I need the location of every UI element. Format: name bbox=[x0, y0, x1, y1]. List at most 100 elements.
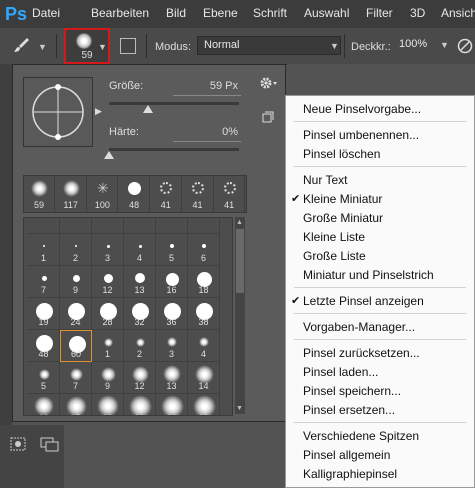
scroll-up-icon[interactable]: ▲ bbox=[236, 219, 243, 226]
brush-preset-item[interactable]: 9 bbox=[92, 362, 124, 394]
flyout-menu-item[interactable]: ✔ Letzte Pinsel anzeigen bbox=[286, 292, 474, 310]
flyout-menu-item[interactable]: Kleine Liste bbox=[286, 228, 474, 246]
brush-preset-item[interactable]: 24 bbox=[60, 298, 92, 330]
brush-preset-item[interactable] bbox=[188, 218, 220, 234]
brush-preset-item[interactable]: 21 bbox=[124, 394, 156, 415]
brush-preset-item[interactable]: 13 bbox=[156, 362, 188, 394]
brush-preset-item[interactable]: 12 bbox=[92, 266, 124, 298]
brush-preset-item[interactable]: 2 bbox=[60, 234, 92, 266]
recent-brush-item[interactable]: ✳ 100 bbox=[87, 176, 119, 212]
grid-scrollbar[interactable]: ▲ ▼ bbox=[235, 217, 245, 414]
brush-preset-item[interactable]: 36 bbox=[156, 298, 188, 330]
brush-preset-item[interactable]: 19 bbox=[28, 298, 60, 330]
recent-brush-item[interactable]: 41 bbox=[183, 176, 214, 212]
flyout-menu-item[interactable]: Pinsel löschen bbox=[286, 145, 474, 163]
brush-preset-item[interactable]: 9 bbox=[60, 266, 92, 298]
brush-preset-item[interactable]: 12 bbox=[124, 362, 156, 394]
scrollbar-thumb[interactable] bbox=[236, 229, 244, 293]
flyout-menu-item[interactable]: Große Liste bbox=[286, 247, 474, 265]
menu-item[interactable]: Ansicht bbox=[441, 6, 475, 20]
pressure-opacity-icon[interactable] bbox=[457, 38, 473, 54]
size-slider-thumb[interactable] bbox=[143, 105, 153, 113]
recent-brush-item[interactable]: 41 bbox=[214, 176, 246, 212]
brush-preset-item[interactable]: 16 bbox=[28, 394, 60, 415]
hardness-value[interactable]: 0% bbox=[183, 126, 238, 138]
brush-preset-item[interactable]: 60 bbox=[60, 330, 92, 362]
flyout-menu-item[interactable]: Verschiedene Spitzen bbox=[286, 427, 474, 445]
flyout-menu-item[interactable]: Pinsel allgemein bbox=[286, 446, 474, 464]
menu-item[interactable]: Ebene bbox=[203, 6, 238, 20]
menu-item[interactable]: Filter bbox=[366, 6, 393, 20]
flyout-menu-item[interactable]: Miniatur und Pinselstrich bbox=[286, 266, 474, 284]
tool-preset-chevron-down-icon[interactable]: ▼ bbox=[38, 42, 47, 52]
flyout-menu-item[interactable]: ✔ Kleine Miniatur bbox=[286, 190, 474, 208]
brush-preset-item[interactable]: 16 bbox=[156, 266, 188, 298]
menu-item[interactable]: Auswahl bbox=[304, 6, 349, 20]
flyout-menu-item[interactable]: Pinsel speichern... bbox=[286, 382, 474, 400]
screen-mode-icon[interactable] bbox=[40, 437, 60, 453]
mode-select[interactable]: Normal ▼ bbox=[197, 36, 341, 55]
brush-preset-item[interactable] bbox=[156, 218, 188, 234]
flyout-menu-item[interactable]: Nur Text bbox=[286, 171, 474, 189]
flyout-menu-item[interactable]: Pinsel umbenennen... bbox=[286, 126, 474, 144]
size-slider[interactable] bbox=[109, 102, 239, 105]
recent-brush-item[interactable]: 59 bbox=[24, 176, 55, 212]
flyout-menu-item[interactable]: Pinsel ersetzen... bbox=[286, 401, 474, 419]
flyout-menu-item[interactable]: Pinsel laden... bbox=[286, 363, 474, 381]
brush-preset-item[interactable]: 24 bbox=[156, 394, 188, 415]
brush-preset-item[interactable]: 3 bbox=[92, 234, 124, 266]
brush-preset-item[interactable]: 7 bbox=[60, 362, 92, 394]
menu-item[interactable]: 3D bbox=[410, 6, 425, 20]
menu-item[interactable]: Schrift bbox=[253, 6, 287, 20]
brush-preset-item[interactable] bbox=[60, 218, 92, 234]
quick-mask-icon[interactable] bbox=[10, 437, 26, 451]
recent-brush-item[interactable]: 48 bbox=[119, 176, 151, 212]
brush-preset-item[interactable]: 18 bbox=[188, 266, 220, 298]
brush-preset-item[interactable]: 13 bbox=[124, 266, 156, 298]
hardness-slider-thumb[interactable] bbox=[104, 151, 114, 159]
scroll-down-icon[interactable]: ▼ bbox=[236, 405, 243, 412]
brush-preset-item[interactable]: 3 bbox=[156, 330, 188, 362]
brush-preset-item[interactable]: 5 bbox=[156, 234, 188, 266]
brush-preset-item[interactable]: 2 bbox=[124, 330, 156, 362]
flyout-menu-item[interactable]: Große Miniatur bbox=[286, 209, 474, 227]
menu-item[interactable]: Bearbeiten bbox=[91, 6, 149, 20]
hardness-slider[interactable] bbox=[109, 148, 239, 151]
picker-chevron-down-icon[interactable]: ▼ bbox=[98, 42, 107, 52]
brush-preset-item[interactable]: 14 bbox=[188, 362, 220, 394]
brush-angle-preview[interactable] bbox=[23, 77, 93, 147]
size-value[interactable]: 59 Px bbox=[183, 80, 238, 92]
brush-preset-item[interactable] bbox=[92, 218, 124, 234]
brush-preset-item[interactable]: 5 bbox=[28, 362, 60, 394]
brush-preset-item[interactable]: 1 bbox=[28, 234, 60, 266]
flyout-menu-item[interactable]: Kalligraphiepinsel bbox=[286, 465, 474, 483]
brush-preset-item[interactable]: 1 bbox=[92, 330, 124, 362]
brush-preset-item[interactable]: 18 bbox=[92, 394, 124, 415]
brush-preset-item[interactable]: 32 bbox=[124, 298, 156, 330]
brush-panel-toggle-icon[interactable] bbox=[120, 38, 136, 54]
brush-preset-item[interactable]: 28 bbox=[92, 298, 124, 330]
brush-preset-item[interactable]: 17 bbox=[60, 394, 92, 415]
brush-preset-item[interactable]: 38 bbox=[188, 298, 220, 330]
brush-preset-item[interactable] bbox=[28, 218, 60, 234]
new-preset-icon[interactable] bbox=[262, 111, 274, 123]
menu-item[interactable]: Datei bbox=[32, 6, 60, 20]
brush-preset-item[interactable] bbox=[124, 218, 156, 234]
recent-brush-item[interactable]: 117 bbox=[56, 176, 87, 212]
brush-preset-item[interactable]: 6 bbox=[188, 234, 220, 266]
brush-preset-item[interactable]: 4 bbox=[188, 330, 220, 362]
gear-icon[interactable] bbox=[257, 74, 279, 92]
brush-preset-item[interactable]: 4 bbox=[124, 234, 156, 266]
flyout-menu-item[interactable]: Vorgaben-Manager... bbox=[286, 318, 474, 336]
brush-preset-item[interactable]: 7 bbox=[28, 266, 60, 298]
brush-preset-item[interactable]: 28 bbox=[188, 394, 220, 415]
recent-brush-item[interactable]: 41 bbox=[151, 176, 182, 212]
brush-preset-item[interactable]: 48 bbox=[28, 330, 60, 362]
menu-item[interactable]: Bild bbox=[166, 6, 186, 20]
flyout-menu-item[interactable]: Neue Pinselvorgabe... bbox=[286, 100, 474, 118]
opacity-input[interactable]: 100% ▼ bbox=[396, 36, 452, 55]
brush-tool-icon[interactable] bbox=[12, 36, 32, 56]
splatter-brush-icon: ✳ bbox=[97, 180, 109, 196]
flyout-menu-item[interactable]: Pinsel zurücksetzen... bbox=[286, 344, 474, 362]
hardness-label: Härte: bbox=[109, 126, 139, 138]
